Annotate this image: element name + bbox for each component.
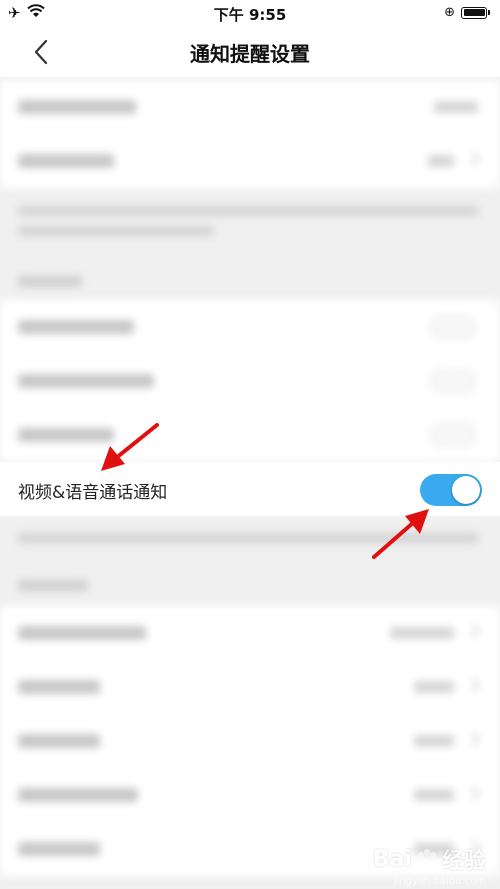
toggle-knob bbox=[452, 476, 480, 504]
blurred-row bbox=[0, 134, 500, 188]
blurred-row bbox=[0, 300, 500, 354]
blurred-section-header bbox=[18, 580, 88, 591]
blurred-section-header bbox=[18, 276, 82, 287]
blurred-row bbox=[0, 768, 500, 822]
blurred-row bbox=[0, 606, 500, 660]
blurred-row bbox=[0, 660, 500, 714]
blurred-row bbox=[0, 80, 500, 134]
nav-bar: 通知提醒设置 bbox=[0, 26, 500, 78]
paw-logo-icon bbox=[417, 849, 436, 868]
status-bar: ✈ 下午 9:55 ⊕ bbox=[0, 0, 500, 26]
status-right: ⊕ bbox=[444, 5, 490, 20]
status-time: 下午 9:55 bbox=[213, 6, 287, 24]
rotation-lock-icon: ⊕ bbox=[444, 5, 455, 20]
blurred-row bbox=[0, 408, 500, 462]
blurred-row bbox=[0, 354, 500, 408]
watermark-url: jingyan.baidu.com bbox=[393, 876, 486, 887]
blurred-row bbox=[0, 714, 500, 768]
battery-tip bbox=[488, 10, 490, 15]
battery-icon bbox=[461, 6, 487, 19]
watermark-text-end: 经验 bbox=[441, 849, 486, 874]
watermark-text: Bai bbox=[372, 846, 412, 872]
setting-label: 视频&语音通话通知 bbox=[18, 483, 168, 503]
watermark: Bai 经验 bbox=[373, 843, 486, 875]
page-title: 通知提醒设置 bbox=[190, 42, 310, 66]
video-voice-call-toggle[interactable] bbox=[420, 474, 482, 506]
